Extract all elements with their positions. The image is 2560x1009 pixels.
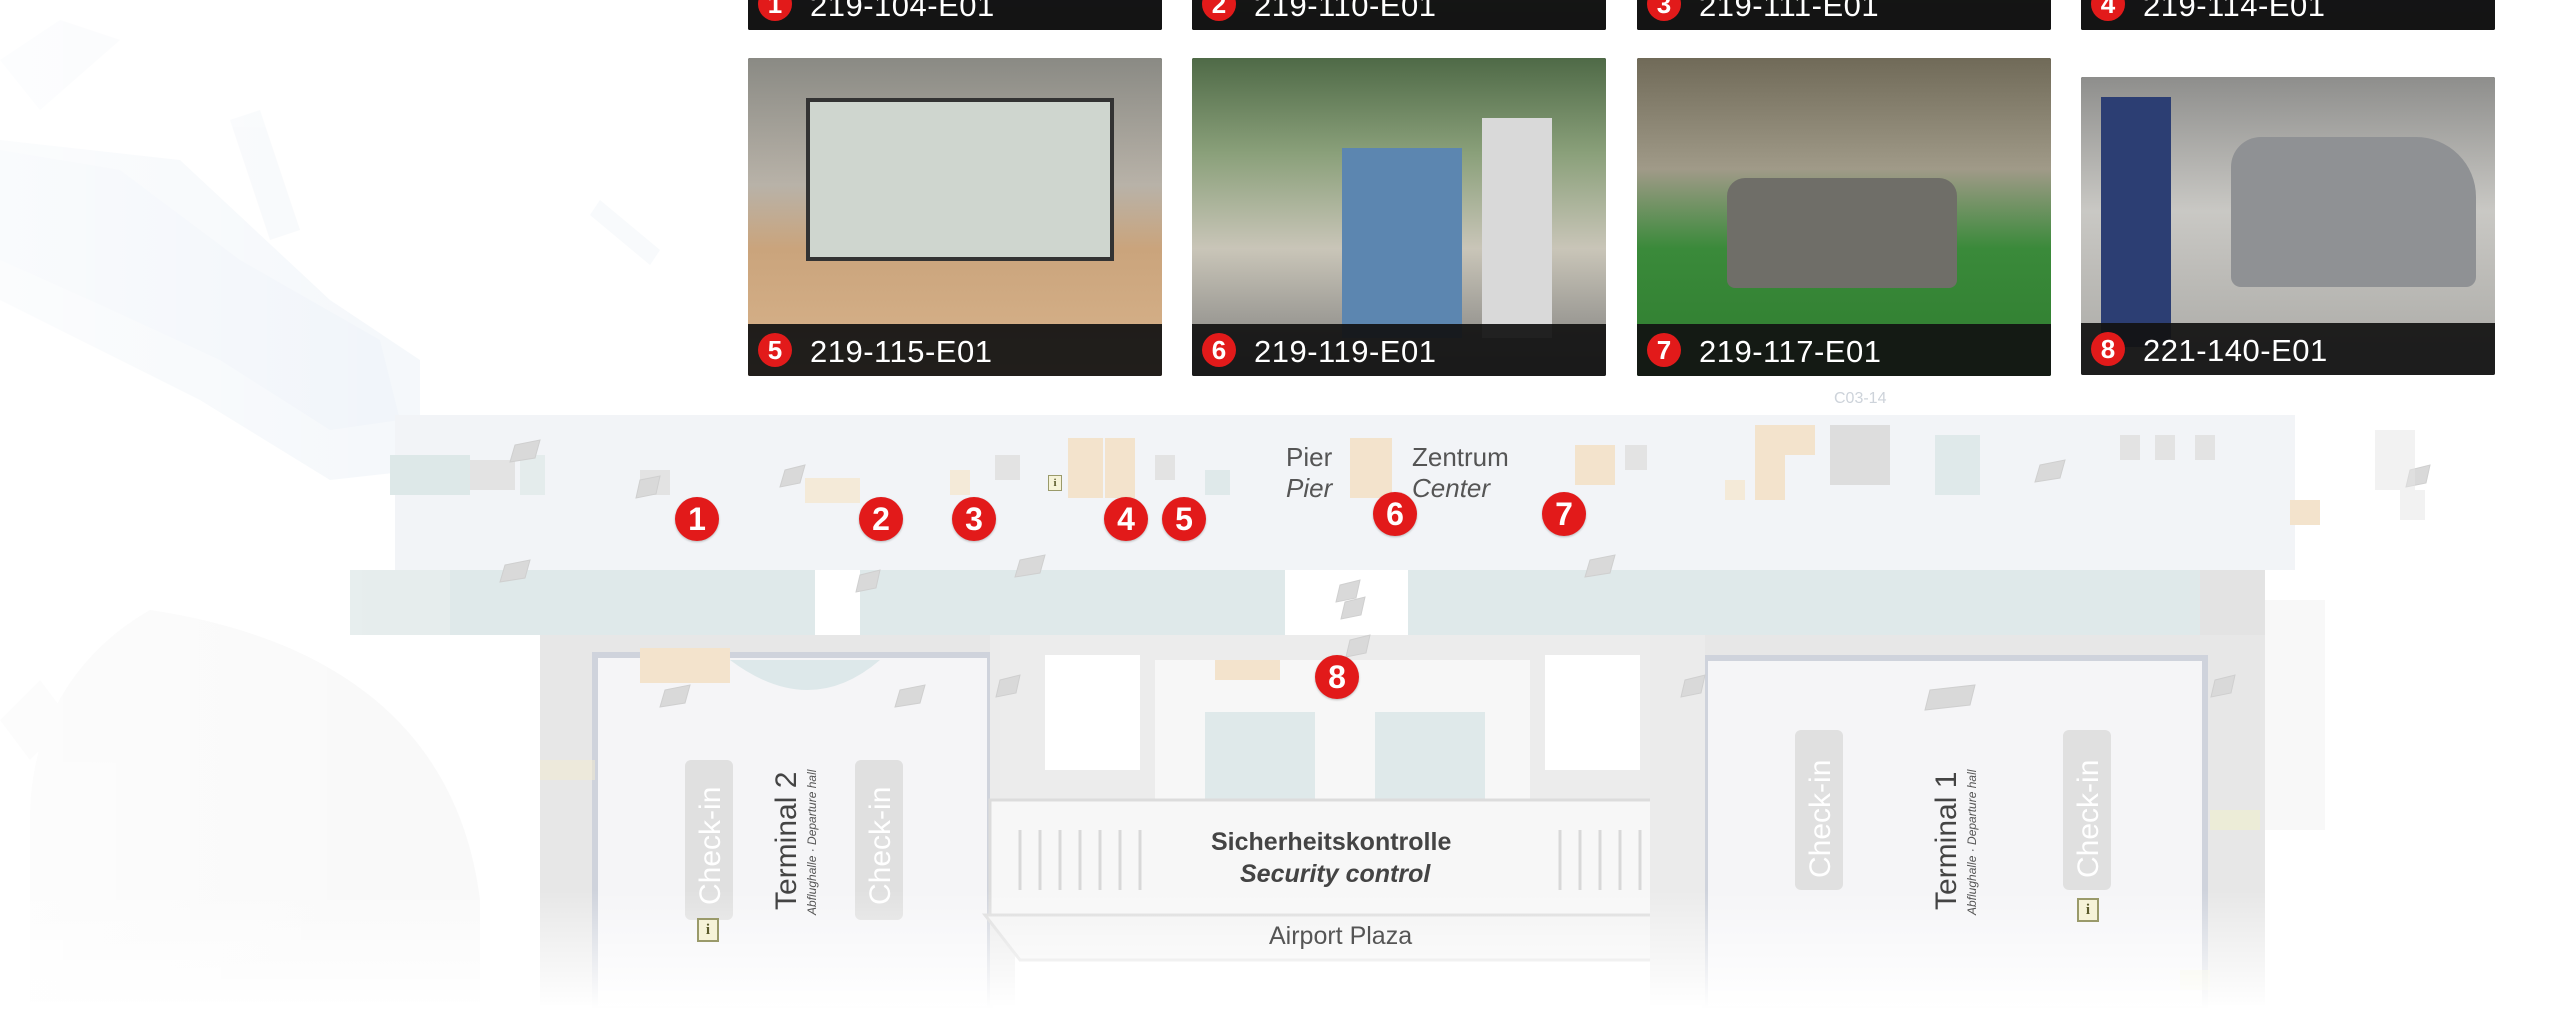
photo-number-badge: 8 (2091, 332, 2125, 366)
pier-label-en: Pier (1286, 473, 1333, 503)
location-code: 219-114-E01 (2143, 0, 2326, 23)
car-showcase (2231, 137, 2476, 287)
info-icon: i (2077, 898, 2099, 922)
security-label-de: Sicherheitskontrolle (1211, 828, 1452, 856)
photo-number-badge: 4 (2091, 0, 2125, 21)
photo-caption-bar: 2 219-110-E01 (1192, 0, 1606, 30)
location-code: 221-140-E01 (2143, 333, 2328, 368)
airport-plaza-label: Airport Plaza (1269, 922, 1413, 950)
info-icon: i (697, 918, 719, 942)
checkin-label-t1-left: Check-in (1804, 759, 1837, 878)
photo-card-8[interactable]: 8 221-140-E01 (2081, 77, 2495, 375)
photo-card-5[interactable]: 5 219-115-E01 (748, 58, 1162, 376)
photo-card-4[interactable]: 4 219-114-E01 (2081, 0, 2495, 30)
location-code: 219-110-E01 (1254, 0, 1437, 23)
pier-label-de: Pier (1286, 442, 1333, 472)
checkin-label-t1-right: Check-in (2072, 759, 2105, 878)
photo-number-badge: 3 (1647, 0, 1681, 21)
terminal-1-label: Terminal 1 (1930, 771, 1963, 910)
location-code: 219-117-E01 (1699, 334, 1882, 369)
display-stand (1342, 148, 1462, 338)
photo-caption-bar: 7 219-117-E01 (1637, 324, 2051, 376)
location-marker-4[interactable]: 4 (1104, 497, 1148, 541)
terminal-2-label: Terminal 2 (770, 771, 803, 910)
center-label-de: Zentrum (1412, 442, 1509, 472)
location-marker-2[interactable]: 2 (859, 497, 903, 541)
suv-exhibit (1727, 178, 1957, 288)
photo-card-1[interactable]: 1 219-104-E01 (748, 0, 1162, 30)
photo-number-badge: 5 (758, 333, 792, 367)
center-label-en: Center (1412, 473, 1491, 503)
terminal-2-departure-label: Abflughalle · Departure hall (805, 769, 819, 915)
checkin-label-t2-left: Check-in (694, 786, 727, 905)
location-code: 219-119-E01 (1254, 334, 1437, 369)
photo-caption-bar: 3 219-111-E01 (1637, 0, 2051, 30)
faint-gate-label: C03-14 (1834, 390, 1887, 407)
pier-corridor (390, 415, 2320, 570)
photo-card-7[interactable]: 7 219-117-E01 (1637, 58, 2051, 376)
photo-caption-bar: 5 219-115-E01 (748, 324, 1162, 376)
location-marker-8[interactable]: 8 (1315, 655, 1359, 699)
photo-caption-bar: 4 219-114-E01 (2081, 0, 2495, 30)
location-marker-5[interactable]: 5 (1162, 497, 1206, 541)
photo-number-badge: 2 (1202, 0, 1236, 21)
photo-caption-bar: 6 219-119-E01 (1192, 324, 1606, 376)
banner-stand (2101, 97, 2171, 347)
security-label-en: Security control (1240, 860, 1431, 888)
checkin-label-t2-right: Check-in (864, 786, 897, 905)
photo-number-badge: 1 (758, 0, 792, 21)
photo-caption-bar: 1 219-104-E01 (748, 0, 1162, 30)
display-stand (1482, 118, 1552, 338)
terminal-1-departure-label: Abflughalle · Departure hall (1965, 769, 1979, 915)
location-code: 219-115-E01 (810, 334, 993, 369)
info-icon: i (1048, 475, 1062, 491)
location-marker-3[interactable]: 3 (952, 497, 996, 541)
location-code: 219-104-E01 (810, 0, 995, 23)
location-marker-7[interactable]: 7 (1542, 492, 1586, 536)
location-marker-6[interactable]: 6 (1373, 492, 1417, 536)
photo-number-badge: 6 (1202, 333, 1236, 367)
gate-bands (350, 570, 2265, 635)
photo-caption-bar: 8 221-140-E01 (2081, 323, 2495, 375)
photo-card-6[interactable]: 6 219-119-E01 (1192, 58, 1606, 376)
photo-card-3[interactable]: 3 219-111-E01 (1637, 0, 2051, 30)
billboard-screen (806, 98, 1114, 261)
photo-card-2[interactable]: 2 219-110-E01 (1192, 0, 1606, 30)
location-marker-1[interactable]: 1 (675, 497, 719, 541)
location-code: 219-111-E01 (1699, 0, 1880, 23)
photo-number-badge: 7 (1647, 333, 1681, 367)
